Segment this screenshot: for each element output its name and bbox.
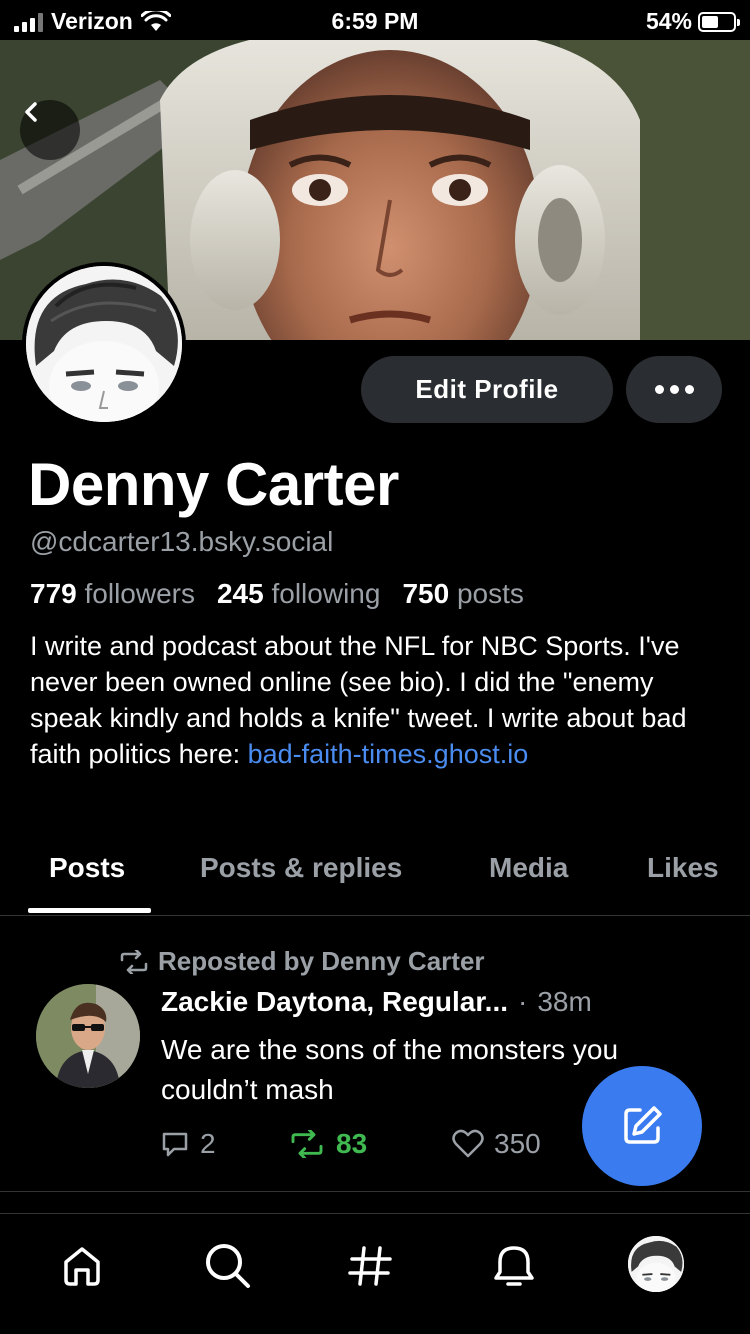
search-icon (206, 1244, 250, 1288)
battery-area: 54% (645, 8, 740, 35)
post-actions: 2 83 350 (160, 1128, 580, 1168)
like-button[interactable]: 350 (452, 1128, 541, 1160)
post-timestamp: 38m (537, 986, 592, 1017)
tab-posts-replies[interactable]: Posts & replies (200, 852, 402, 884)
heart-icon (452, 1129, 484, 1158)
post-header: Zackie Daytona, Regular... · 38m (161, 986, 592, 1018)
bio-link[interactable]: bad-faith-times.ghost.io (248, 739, 529, 769)
profile-bio: I write and podcast about the NFL for NB… (30, 628, 730, 772)
repost-count: 83 (336, 1128, 368, 1159)
author-photo (36, 984, 140, 1088)
nav-home[interactable] (52, 1236, 112, 1296)
like-count: 350 (494, 1128, 541, 1159)
chevron-left-icon (25, 102, 37, 122)
battery-percent: 54% (645, 8, 692, 34)
repost-icon (120, 949, 148, 974)
nav-notifications[interactable] (484, 1236, 544, 1296)
more-options-button[interactable] (626, 356, 722, 423)
compose-button[interactable] (582, 1066, 702, 1186)
post-separator: · (518, 986, 528, 1017)
ellipsis-icon (654, 385, 664, 394)
display-name: Denny Carter (28, 451, 399, 518)
nav-profile-avatar[interactable] (626, 1234, 686, 1294)
tab-media[interactable]: Media (489, 852, 568, 884)
hashtag-icon (348, 1246, 392, 1286)
followers-stat[interactable]: 779 followers (30, 578, 195, 610)
profile-avatar[interactable] (22, 262, 186, 426)
avatar-illustration (628, 1236, 684, 1292)
repost-indicator: Reposted by Denny Carter (118, 946, 485, 977)
repost-button[interactable]: 83 (288, 1128, 367, 1160)
post-author-avatar[interactable] (36, 984, 140, 1088)
tab-posts[interactable]: Posts (49, 852, 125, 884)
nav-search[interactable] (198, 1236, 258, 1296)
compose-icon (624, 1106, 662, 1144)
back-button[interactable] (20, 100, 80, 160)
posts-stat: 750 posts (402, 578, 524, 609)
status-bar: Verizon 6:59 PM 54% (0, 0, 750, 40)
battery-icon (698, 11, 740, 32)
repost-icon (291, 1130, 323, 1158)
active-tab-indicator (28, 908, 151, 913)
profile-handle: @cdcarter13.bsky.social (30, 526, 334, 557)
following-stat[interactable]: 245 following (217, 578, 380, 610)
tab-likes[interactable]: Likes (647, 852, 719, 884)
profile-stats: 779 followers 245 following 750 posts (30, 578, 524, 610)
bottom-navigation (0, 1214, 750, 1334)
notifications-icon (494, 1246, 534, 1286)
avatar-illustration (26, 266, 182, 422)
reply-count: 2 (200, 1128, 216, 1159)
home-icon (64, 1247, 100, 1286)
comment-icon (162, 1132, 188, 1157)
status-time: 6:59 PM (331, 8, 419, 34)
edit-profile-button[interactable]: Edit Profile (361, 356, 613, 423)
profile-tabs: Posts Posts & replies Media Likes (0, 838, 750, 916)
repost-label[interactable]: Reposted by Denny Carter (158, 946, 485, 977)
nav-feeds[interactable] (340, 1236, 400, 1296)
post-author-name[interactable]: Zackie Daytona, Regular... (161, 986, 508, 1018)
post-divider (0, 1191, 750, 1192)
reply-button[interactable]: 2 (160, 1128, 216, 1160)
